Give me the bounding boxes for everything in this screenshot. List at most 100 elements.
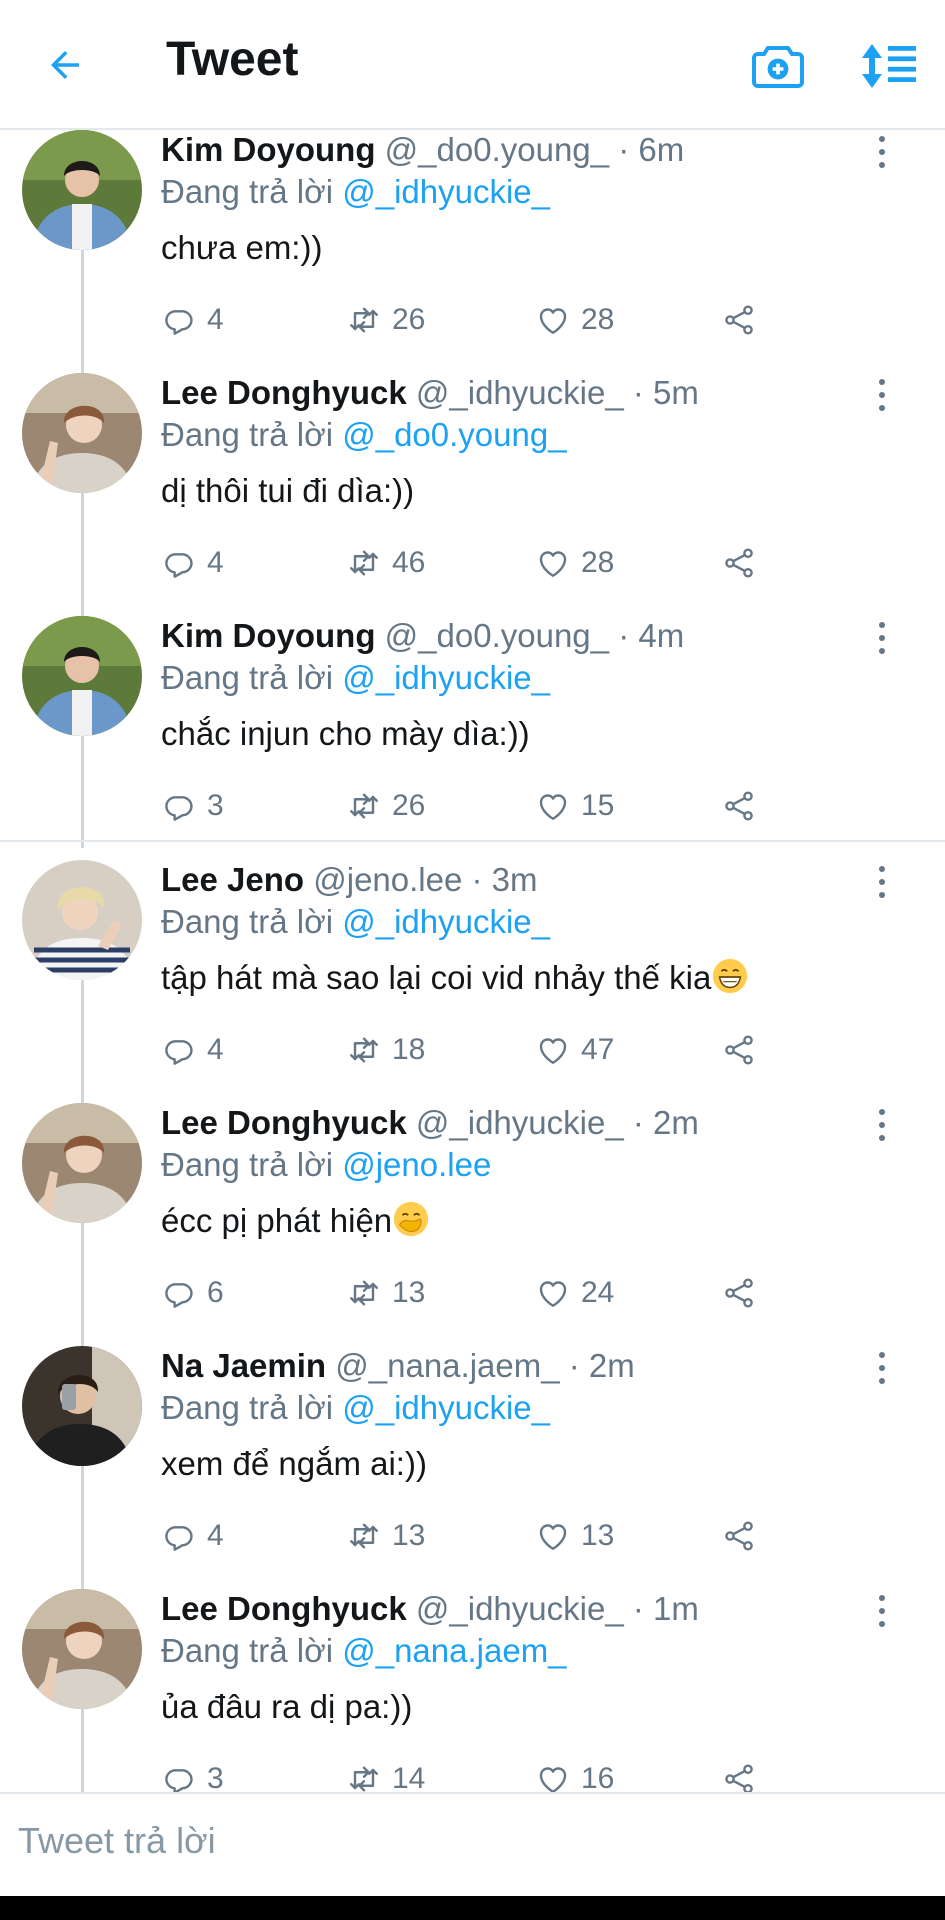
like-button[interactable]: 28 <box>535 300 614 340</box>
more-options-button[interactable] <box>872 134 892 170</box>
reply-button[interactable]: 4 <box>161 300 224 340</box>
avatar[interactable] <box>22 1589 142 1709</box>
mention-link[interactable]: @_idhyuckie_ <box>342 903 550 940</box>
reply-icon <box>165 796 193 821</box>
retweet-count: 18 <box>392 1033 426 1066</box>
avatar[interactable] <box>22 373 142 493</box>
tweet-header: Lee Donghyuck @_idhyuckie_ · 2m <box>161 1103 699 1143</box>
tweet[interactable]: Kim Doyoung @_do0.young_ · 4m Đang trả l… <box>0 616 945 859</box>
tweet[interactable]: Lee Donghyuck @_idhyuckie_ · 2m Đang trả… <box>0 1103 945 1346</box>
share-button[interactable] <box>721 786 767 826</box>
reply-button[interactable]: 4 <box>161 1030 224 1070</box>
retweet-icon <box>350 307 378 333</box>
mention-link[interactable]: @_idhyuckie_ <box>342 173 550 210</box>
back-button[interactable] <box>40 40 90 90</box>
like-button[interactable]: 13 <box>535 1516 614 1556</box>
mention-link[interactable]: @_do0.young_ <box>342 416 566 453</box>
more-options-button[interactable] <box>872 1350 892 1386</box>
reply-button[interactable]: 4 <box>161 543 224 583</box>
heart-icon <box>539 1767 567 1792</box>
sort-replies-button[interactable] <box>860 36 920 96</box>
tweet-actions: 4 26 28 <box>161 300 781 340</box>
display-name[interactable]: Lee Donghyuck <box>161 1590 407 1627</box>
like-button[interactable]: 15 <box>535 786 614 826</box>
display-name[interactable]: Lee Jeno <box>161 861 304 898</box>
retweet-button[interactable]: 18 <box>346 1030 425 1070</box>
reply-count: 4 <box>207 1033 224 1066</box>
avatar[interactable] <box>22 860 142 980</box>
more-options-button[interactable] <box>872 864 892 900</box>
tweet[interactable]: Lee Donghyuck @_idhyuckie_ · 5m Đang trả… <box>0 373 945 616</box>
tweet-text: écc pị phát hiện <box>161 1199 430 1243</box>
like-button[interactable]: 24 <box>535 1273 614 1313</box>
user-handle: @_nana.jaem_ <box>335 1347 560 1384</box>
retweet-count: 26 <box>392 303 426 336</box>
more-options-button[interactable] <box>872 620 892 656</box>
tweet-text-content: tập hát mà sao lại coi vid nhảy thế kia <box>161 959 712 996</box>
more-options-button[interactable] <box>872 1107 892 1143</box>
avatar[interactable] <box>22 130 142 250</box>
more-options-button[interactable] <box>872 1593 892 1629</box>
more-options-button[interactable] <box>872 377 892 413</box>
retweet-button[interactable]: 26 <box>346 786 425 826</box>
retweet-count: 13 <box>392 1276 426 1309</box>
retweet-button[interactable]: 26 <box>346 300 425 340</box>
mention-link[interactable]: @jeno.lee <box>342 1146 491 1183</box>
mention-link[interactable]: @_idhyuckie_ <box>342 659 550 696</box>
grinning-emoji-icon <box>713 958 748 994</box>
tweet-header: Kim Doyoung @_do0.young_ · 4m <box>161 616 684 656</box>
add-photo-button[interactable] <box>748 36 808 96</box>
mention-link[interactable]: @_idhyuckie_ <box>342 1389 550 1426</box>
display-name[interactable]: Na Jaemin <box>161 1347 326 1384</box>
share-icon <box>725 305 753 335</box>
tweet-text: xem để ngắm ai:)) <box>161 1445 427 1482</box>
user-handle: @_do0.young_ <box>384 617 610 654</box>
replying-to: Đang trả lời @_idhyuckie_ <box>161 1388 550 1428</box>
reply-count: 4 <box>207 546 224 579</box>
share-button[interactable] <box>721 543 767 583</box>
tweet[interactable]: Na Jaemin @_nana.jaem_ · 2m Đang trả lời… <box>0 1346 945 1589</box>
page-title: Tweet <box>166 33 299 86</box>
replying-to: Đang trả lời @_nana.jaem_ <box>161 1631 567 1671</box>
system-navigation-bar <box>0 1896 945 1920</box>
like-button[interactable]: 16 <box>535 1759 614 1792</box>
timestamp: · 2m <box>632 1104 699 1141</box>
timestamp: · 5m <box>632 374 699 411</box>
share-button[interactable] <box>721 1759 767 1792</box>
display-name[interactable]: Lee Donghyuck <box>161 374 407 411</box>
display-name[interactable]: Lee Donghyuck <box>161 1104 407 1141</box>
share-button[interactable] <box>721 1516 767 1556</box>
reply-input[interactable]: Tweet trả lời <box>18 1820 918 1870</box>
tweet[interactable]: Lee Jeno @jeno.lee · 3m Đang trả lời @_i… <box>0 840 945 1083</box>
share-button[interactable] <box>721 1273 767 1313</box>
display-name[interactable]: Kim Doyoung <box>161 131 375 168</box>
retweet-button[interactable]: 46 <box>346 543 425 583</box>
replying-to-label: Đang trả lời <box>161 903 334 940</box>
tweet[interactable]: Lee Donghyuck @_idhyuckie_ · 1m Đang trả… <box>0 1589 945 1792</box>
reply-icon <box>165 1769 193 1792</box>
tweet[interactable]: Kim Doyoung @_do0.young_ · 6m Đang trả l… <box>0 130 945 373</box>
tweet-text: ủa đâu ra dị pa:)) <box>161 1688 413 1725</box>
retweet-button[interactable]: 13 <box>346 1516 425 1556</box>
share-button[interactable] <box>721 300 767 340</box>
mention-link[interactable]: @_nana.jaem_ <box>342 1632 566 1669</box>
reply-count: 4 <box>207 303 224 336</box>
retweet-button[interactable]: 13 <box>346 1273 425 1313</box>
avatar[interactable] <box>22 1103 142 1223</box>
like-button[interactable]: 47 <box>535 1030 614 1070</box>
display-name[interactable]: Kim Doyoung <box>161 617 375 654</box>
share-button[interactable] <box>721 1030 767 1070</box>
replying-to: Đang trả lời @_do0.young_ <box>161 415 567 455</box>
retweet-button[interactable]: 14 <box>346 1759 425 1792</box>
reply-button[interactable]: 3 <box>161 1759 224 1792</box>
like-button[interactable]: 28 <box>535 543 614 583</box>
avatar[interactable] <box>22 1346 142 1466</box>
user-handle: @_idhyuckie_ <box>415 1590 624 1627</box>
reply-composer: Tweet trả lời <box>0 1792 945 1896</box>
reply-button[interactable]: 6 <box>161 1273 224 1313</box>
avatar[interactable] <box>22 616 142 736</box>
reply-button[interactable]: 3 <box>161 786 224 826</box>
like-count: 47 <box>581 1033 615 1066</box>
reply-button[interactable]: 4 <box>161 1516 224 1556</box>
tweet-text: dị thôi tui đi dìa:)) <box>161 472 415 509</box>
